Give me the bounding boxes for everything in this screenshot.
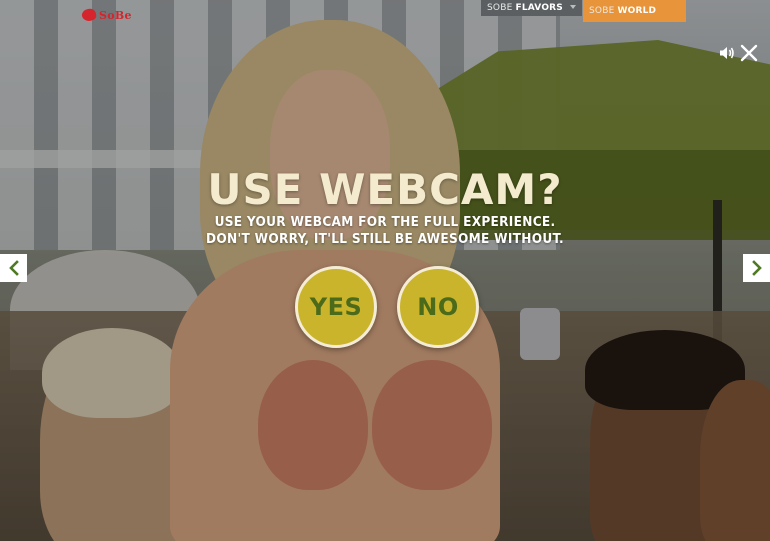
speaker-icon[interactable] [719,45,735,61]
close-icon[interactable] [740,44,758,62]
modal-title: USE WEBCAM? [207,165,563,214]
nav-world-prefix: SOBE [589,6,615,16]
yes-button[interactable]: YES [295,266,377,348]
no-button-label: NO [417,293,459,321]
nav-sobe-flavors[interactable]: SOBE FLAVORS [481,0,582,16]
chevron-left-icon [8,260,19,276]
nav-flavors-prefix: SOBE [487,3,513,13]
nav-flavors-label: FLAVORS [515,3,563,13]
previous-button[interactable] [0,254,27,282]
nav-sobe-world[interactable]: SOBE WORLD [583,0,686,22]
no-button[interactable]: NO [397,266,479,348]
dim-overlay [0,0,770,541]
lizard-icon [80,7,98,23]
modal-subtitle-line1: USE YOUR WEBCAM FOR THE FULL EXPERIENCE. [214,214,556,230]
background-photo [0,0,770,541]
yes-button-label: YES [309,293,363,321]
sobe-logo[interactable]: SoBe [80,7,132,23]
nav-world-label: WORLD [617,6,657,16]
modal-subtitle-line2: DON'T WORRY, IT'LL STILL BE AWESOME WITH… [206,231,564,247]
caret-down-icon [570,5,576,9]
chevron-right-icon [751,260,762,276]
logo-text: SoBe [99,8,132,22]
next-button[interactable] [743,254,770,282]
